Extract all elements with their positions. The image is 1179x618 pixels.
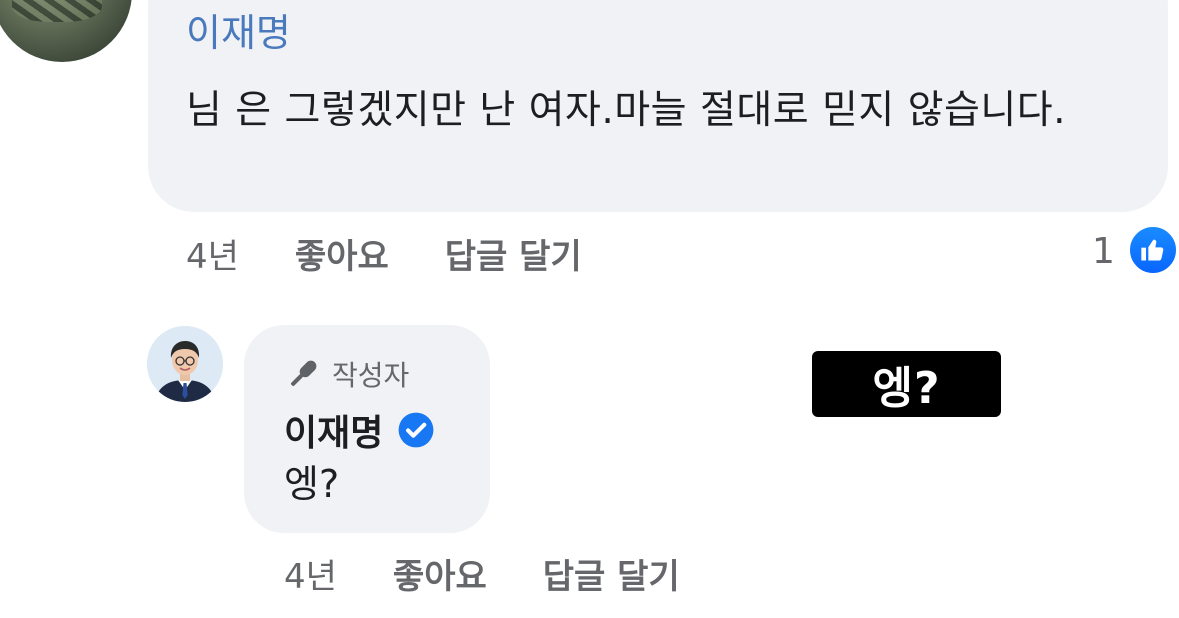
commenter-avatar[interactable] (0, 0, 132, 62)
reply-timestamp[interactable]: 4년 (284, 549, 337, 598)
reply-author-row: 이재명 (284, 406, 435, 454)
reply-actions: 4년 좋아요 답글 달기 (284, 548, 680, 598)
verified-check-icon (398, 412, 434, 448)
caption-overlay: 엥? (812, 351, 1001, 417)
reply-like-button[interactable]: 좋아요 (393, 549, 487, 598)
comment-timestamp[interactable]: 4년 (186, 229, 239, 278)
microphone-icon (291, 360, 317, 386)
reaction-count[interactable]: 1 (1092, 230, 1115, 274)
comment-actions: 4년 좋아요 답글 달기 (186, 228, 582, 278)
reply-author-name[interactable]: 이재명 (284, 404, 383, 456)
reply-reply-button[interactable]: 답글 달기 (543, 549, 680, 598)
reply-author-avatar[interactable] (147, 326, 223, 402)
comment-author-name[interactable]: 이재명 (186, 10, 291, 56)
comment-like-button[interactable]: 좋아요 (295, 229, 389, 278)
author-badge-label: 작성자 (332, 359, 410, 392)
comment-text: 님 은 그렇겠지만 난 여자.마늘 절대로 믿지 않습니다. (186, 88, 1067, 133)
comment-reply-button[interactable]: 답글 달기 (445, 229, 582, 278)
thumbs-up-icon[interactable] (1127, 224, 1179, 276)
author-badge: 작성자 (284, 354, 409, 394)
reply-text: 엥? (284, 462, 340, 506)
